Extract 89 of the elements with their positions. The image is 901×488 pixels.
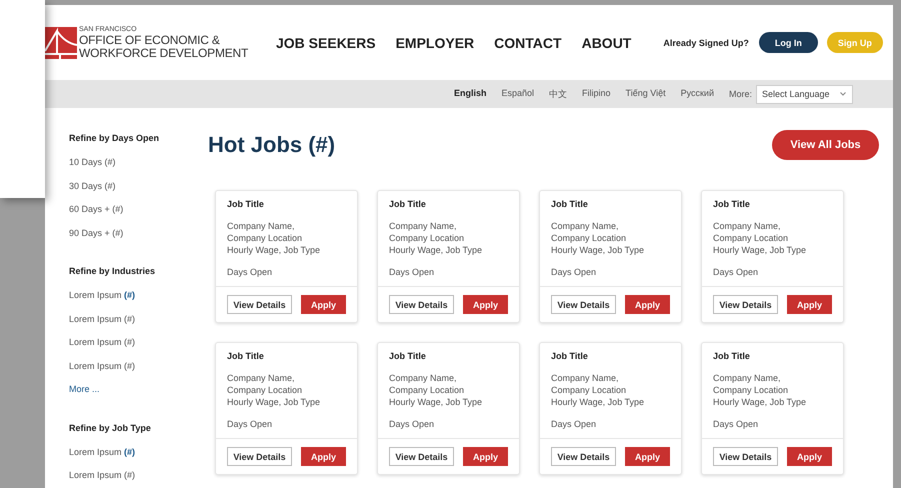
- view-details-button[interactable]: View Details: [713, 295, 778, 314]
- company-location: Company Location: [227, 384, 304, 396]
- filter-link[interactable]: Lorem Ipsum (#): [69, 358, 136, 382]
- company-name: Company Name,: [551, 220, 620, 232]
- apply-button[interactable]: Apply: [463, 447, 508, 466]
- page-title: Hot Jobs (#): [207, 132, 336, 158]
- view-details-button[interactable]: View Details: [389, 447, 454, 466]
- company-location: Company Location: [389, 384, 466, 396]
- days-open: Days Open: [551, 418, 598, 430]
- company-name: Company Name,: [389, 372, 458, 384]
- wage-and-type: Hourly Wage, Job Type: [551, 244, 646, 256]
- language-link[interactable]: 中文: [549, 88, 568, 100]
- language-select[interactable]: Select Language: [756, 84, 853, 104]
- wage-and-type: Hourly Wage, Job Type: [389, 244, 484, 256]
- filter-link[interactable]: 30 Days (#): [69, 178, 116, 202]
- filter-link[interactable]: 60 Days + (#): [69, 202, 124, 226]
- view-details-button[interactable]: View Details: [551, 295, 616, 314]
- filter-link[interactable]: Lorem Ipsum (#): [69, 468, 136, 488]
- days-open: Days Open: [713, 418, 760, 430]
- language-link[interactable]: Tiếng Việt: [626, 88, 666, 100]
- company-name: Company Name,: [227, 372, 296, 384]
- chevron-down-icon: [840, 92, 846, 96]
- apply-button[interactable]: Apply: [625, 295, 670, 314]
- logo-text: OFFICE OF ECONOMIC &: [79, 34, 221, 47]
- filter-heading: Refine by Industries: [69, 265, 156, 278]
- language-link[interactable]: Русский: [680, 88, 714, 100]
- job-title: Job Title: [389, 351, 427, 361]
- filter-link[interactable]: Lorem Ipsum (#): [69, 312, 136, 335]
- days-open: Days Open: [713, 266, 760, 278]
- company-location: Company Location: [551, 232, 628, 244]
- filter-link[interactable]: Lorem Ipsum (#): [69, 288, 136, 312]
- wage-and-type: Hourly Wage, Job Type: [713, 396, 808, 408]
- days-open: Days Open: [389, 418, 436, 430]
- apply-button[interactable]: Apply: [301, 447, 346, 466]
- apply-button[interactable]: Apply: [301, 295, 346, 314]
- language-link[interactable]: Filipino: [582, 88, 611, 100]
- company-location: Company Location: [227, 232, 304, 244]
- nav-link[interactable]: EMPLOYER: [396, 34, 474, 50]
- job-title: Job Title: [713, 351, 751, 361]
- filter-heading: Refine by Days Open: [69, 132, 160, 145]
- company-location: Company Location: [713, 232, 790, 244]
- filter-link[interactable]: 10 Days (#): [69, 155, 116, 178]
- company-name: Company Name,: [713, 220, 782, 232]
- language-link[interactable]: English: [454, 88, 486, 100]
- view-details-button[interactable]: View Details: [551, 447, 616, 466]
- company-location: Company Location: [713, 384, 790, 396]
- filter-link[interactable]: 90 Days + (#): [69, 226, 124, 249]
- view-details-button[interactable]: View Details: [713, 447, 778, 466]
- nav-link[interactable]: ABOUT: [582, 34, 632, 50]
- apply-button[interactable]: Apply: [787, 447, 832, 466]
- login-button[interactable]: Log In: [758, 32, 818, 53]
- days-open: Days Open: [227, 266, 274, 278]
- nav-link[interactable]: JOB SEEKERS: [276, 34, 376, 50]
- company-name: Company Name,: [713, 372, 782, 384]
- signed-up-prompt: Already Signed Up?: [663, 38, 749, 48]
- job-title: Job Title: [227, 199, 265, 209]
- job-title: Job Title: [227, 351, 265, 361]
- wage-and-type: Hourly Wage, Job Type: [227, 244, 322, 256]
- view-details-button[interactable]: View Details: [389, 295, 454, 314]
- apply-button[interactable]: Apply: [463, 295, 508, 314]
- filter-link[interactable]: Lorem Ipsum (#): [69, 335, 136, 358]
- days-open: Days Open: [227, 418, 274, 430]
- days-open: Days Open: [389, 266, 436, 278]
- language-link[interactable]: Español: [502, 88, 534, 100]
- wage-and-type: Hourly Wage, Job Type: [389, 396, 484, 408]
- filter-heading: Refine by Job Type: [69, 422, 151, 435]
- job-title: Job Title: [551, 351, 589, 361]
- filter-link[interactable]: Lorem Ipsum (#): [69, 444, 136, 468]
- company-name: Company Name,: [389, 220, 458, 232]
- more-link[interactable]: More ...: [69, 382, 100, 406]
- wage-and-type: Hourly Wage, Job Type: [227, 396, 322, 408]
- company-location: Company Location: [551, 384, 628, 396]
- more-label: More:: [728, 89, 752, 99]
- nav-link[interactable]: CONTACT: [494, 34, 562, 50]
- logo-text: WORKFORCE DEVELOPMENT: [79, 47, 248, 60]
- company-location: Company Location: [389, 232, 466, 244]
- view-all-jobs-button[interactable]: View All Jobs: [772, 130, 879, 160]
- job-title: Job Title: [551, 199, 589, 209]
- job-title: Job Title: [389, 199, 427, 209]
- apply-button[interactable]: Apply: [625, 447, 670, 466]
- apply-button[interactable]: Apply: [787, 295, 832, 314]
- company-name: Company Name,: [551, 372, 620, 384]
- job-title: Job Title: [713, 199, 751, 209]
- view-details-button[interactable]: View Details: [227, 447, 292, 466]
- company-name: Company Name,: [227, 220, 296, 232]
- wage-and-type: Hourly Wage, Job Type: [551, 396, 646, 408]
- view-details-button[interactable]: View Details: [227, 295, 292, 314]
- days-open: Days Open: [551, 266, 598, 278]
- wage-and-type: Hourly Wage, Job Type: [713, 244, 808, 256]
